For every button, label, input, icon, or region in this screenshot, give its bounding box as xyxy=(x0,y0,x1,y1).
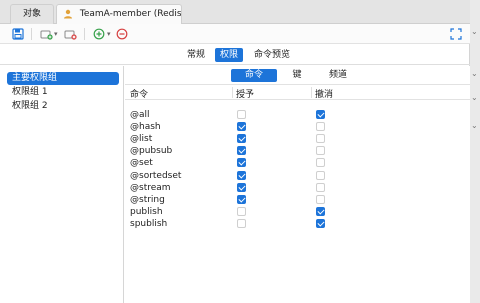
column-divider xyxy=(311,87,312,98)
expand-icon[interactable] xyxy=(450,28,463,40)
command-name: @all xyxy=(130,110,150,120)
revoke-checkbox[interactable] xyxy=(316,110,325,119)
toolbar: ▾ ▾ xyxy=(0,24,470,44)
revoke-checkbox[interactable] xyxy=(316,170,325,180)
command-name: @hash xyxy=(130,122,161,133)
chevron-down-icon[interactable]: ⌄ xyxy=(471,122,479,130)
grant-checkbox[interactable] xyxy=(237,158,246,168)
table-row: @sortedset xyxy=(125,170,470,182)
remove-circle-icon[interactable] xyxy=(116,28,129,40)
command-name: @set xyxy=(130,158,153,169)
grant-checkbox[interactable] xyxy=(237,182,246,192)
column-divider xyxy=(232,87,233,98)
table-row: @string xyxy=(125,194,470,206)
revoke-checkbox[interactable] xyxy=(316,194,325,204)
column-header-revoke: 撤消 xyxy=(315,90,334,100)
sidebar-item-permission-group-1[interactable]: 权限组 1 xyxy=(7,86,119,99)
chevron-down-icon[interactable]: ▾ xyxy=(107,30,111,38)
sidebar-item-permission-group-2[interactable]: 权限组 2 xyxy=(7,100,119,113)
main-panel: ▾ ▾ 常规 权限 命令预览 主要权限组 权限组 1 权限组 2 命令 键 频道… xyxy=(0,24,470,303)
column-header-grant: 授予 xyxy=(236,90,255,100)
table-row: @all xyxy=(125,109,470,121)
command-name: @sortedset xyxy=(130,170,182,181)
command-name: @pubsub xyxy=(130,146,173,157)
right-chevron-strip: ⌄ ⌄ ⌄ ⌄ xyxy=(470,0,480,303)
grant-checkbox[interactable] xyxy=(237,206,246,216)
app-window: 对象 TeamA-member (Redis7... ⌄ ⌄ ⌄ ⌄ xyxy=(0,0,480,303)
grant-checkbox[interactable] xyxy=(237,218,246,228)
command-name: @list xyxy=(130,134,153,145)
grant-checkbox[interactable] xyxy=(237,194,246,204)
tab-teama-member-label: TeamA-member (Redis7... xyxy=(79,9,182,19)
section-tabs: 常规 权限 命令预览 xyxy=(0,45,470,65)
delete-group-icon[interactable] xyxy=(64,28,77,40)
tab-bar: 对象 TeamA-member (Redis7... xyxy=(0,0,470,24)
revoke-checkbox[interactable] xyxy=(316,206,325,216)
grant-checkbox[interactable] xyxy=(237,146,246,156)
grant-checkbox[interactable] xyxy=(237,134,246,144)
tab-channels[interactable]: 频道 xyxy=(327,69,349,82)
toolbar-separator xyxy=(31,28,32,40)
tab-keys[interactable]: 键 xyxy=(290,69,304,82)
tab-teama-member[interactable]: TeamA-member (Redis7... xyxy=(56,4,182,24)
command-name: @stream xyxy=(130,182,171,193)
revoke-checkbox[interactable] xyxy=(316,158,325,168)
grant-checkbox[interactable] xyxy=(237,122,246,132)
grant-checkbox[interactable] xyxy=(237,110,246,119)
revoke-checkbox[interactable] xyxy=(316,146,325,156)
permission-content: 命令 键 频道 命令 授予 撤消 @all @hash @list @pubsub @s… xyxy=(125,66,470,303)
add-group-icon[interactable] xyxy=(40,28,53,40)
toolbar-separator xyxy=(84,28,85,40)
permission-group-list: 主要权限组 权限组 1 权限组 2 xyxy=(0,66,124,303)
chevron-down-icon[interactable]: ⌄ xyxy=(471,94,479,102)
column-header-command: 命令 xyxy=(130,90,149,100)
add-circle-icon[interactable] xyxy=(93,28,106,40)
revoke-checkbox[interactable] xyxy=(316,122,325,132)
tab-general[interactable]: 常规 xyxy=(182,48,210,62)
table-row: @stream xyxy=(125,182,470,194)
table-row: @list xyxy=(125,133,470,145)
user-icon xyxy=(63,8,73,18)
tab-command-preview[interactable]: 命令预览 xyxy=(251,48,293,62)
table-row: publish xyxy=(125,206,470,218)
table-row: @set xyxy=(125,157,470,169)
save-icon[interactable] xyxy=(12,28,25,40)
revoke-checkbox[interactable] xyxy=(316,134,325,144)
table-row: spublish xyxy=(125,218,470,230)
table-row: @hash xyxy=(125,121,470,133)
chevron-down-icon[interactable]: ⌄ xyxy=(471,70,479,78)
sidebar-item-main-permission-group[interactable]: 主要权限组 xyxy=(7,72,119,85)
table-header: 命令 授予 撤消 xyxy=(125,84,470,100)
revoke-checkbox[interactable] xyxy=(316,182,325,192)
tab-objects[interactable]: 对象 xyxy=(10,4,54,24)
command-name: spublish xyxy=(130,218,168,229)
grant-checkbox[interactable] xyxy=(237,170,246,180)
chevron-down-icon[interactable]: ▾ xyxy=(54,30,58,38)
tab-permissions[interactable]: 权限 xyxy=(215,48,243,62)
chevron-down-icon[interactable]: ⌄ xyxy=(471,28,479,36)
tab-objects-label: 对象 xyxy=(22,9,41,19)
tab-commands[interactable]: 命令 xyxy=(231,69,277,82)
command-name: @string xyxy=(130,194,165,205)
command-name: publish xyxy=(130,206,163,217)
revoke-checkbox[interactable] xyxy=(316,218,325,228)
table-row: @pubsub xyxy=(125,145,470,157)
